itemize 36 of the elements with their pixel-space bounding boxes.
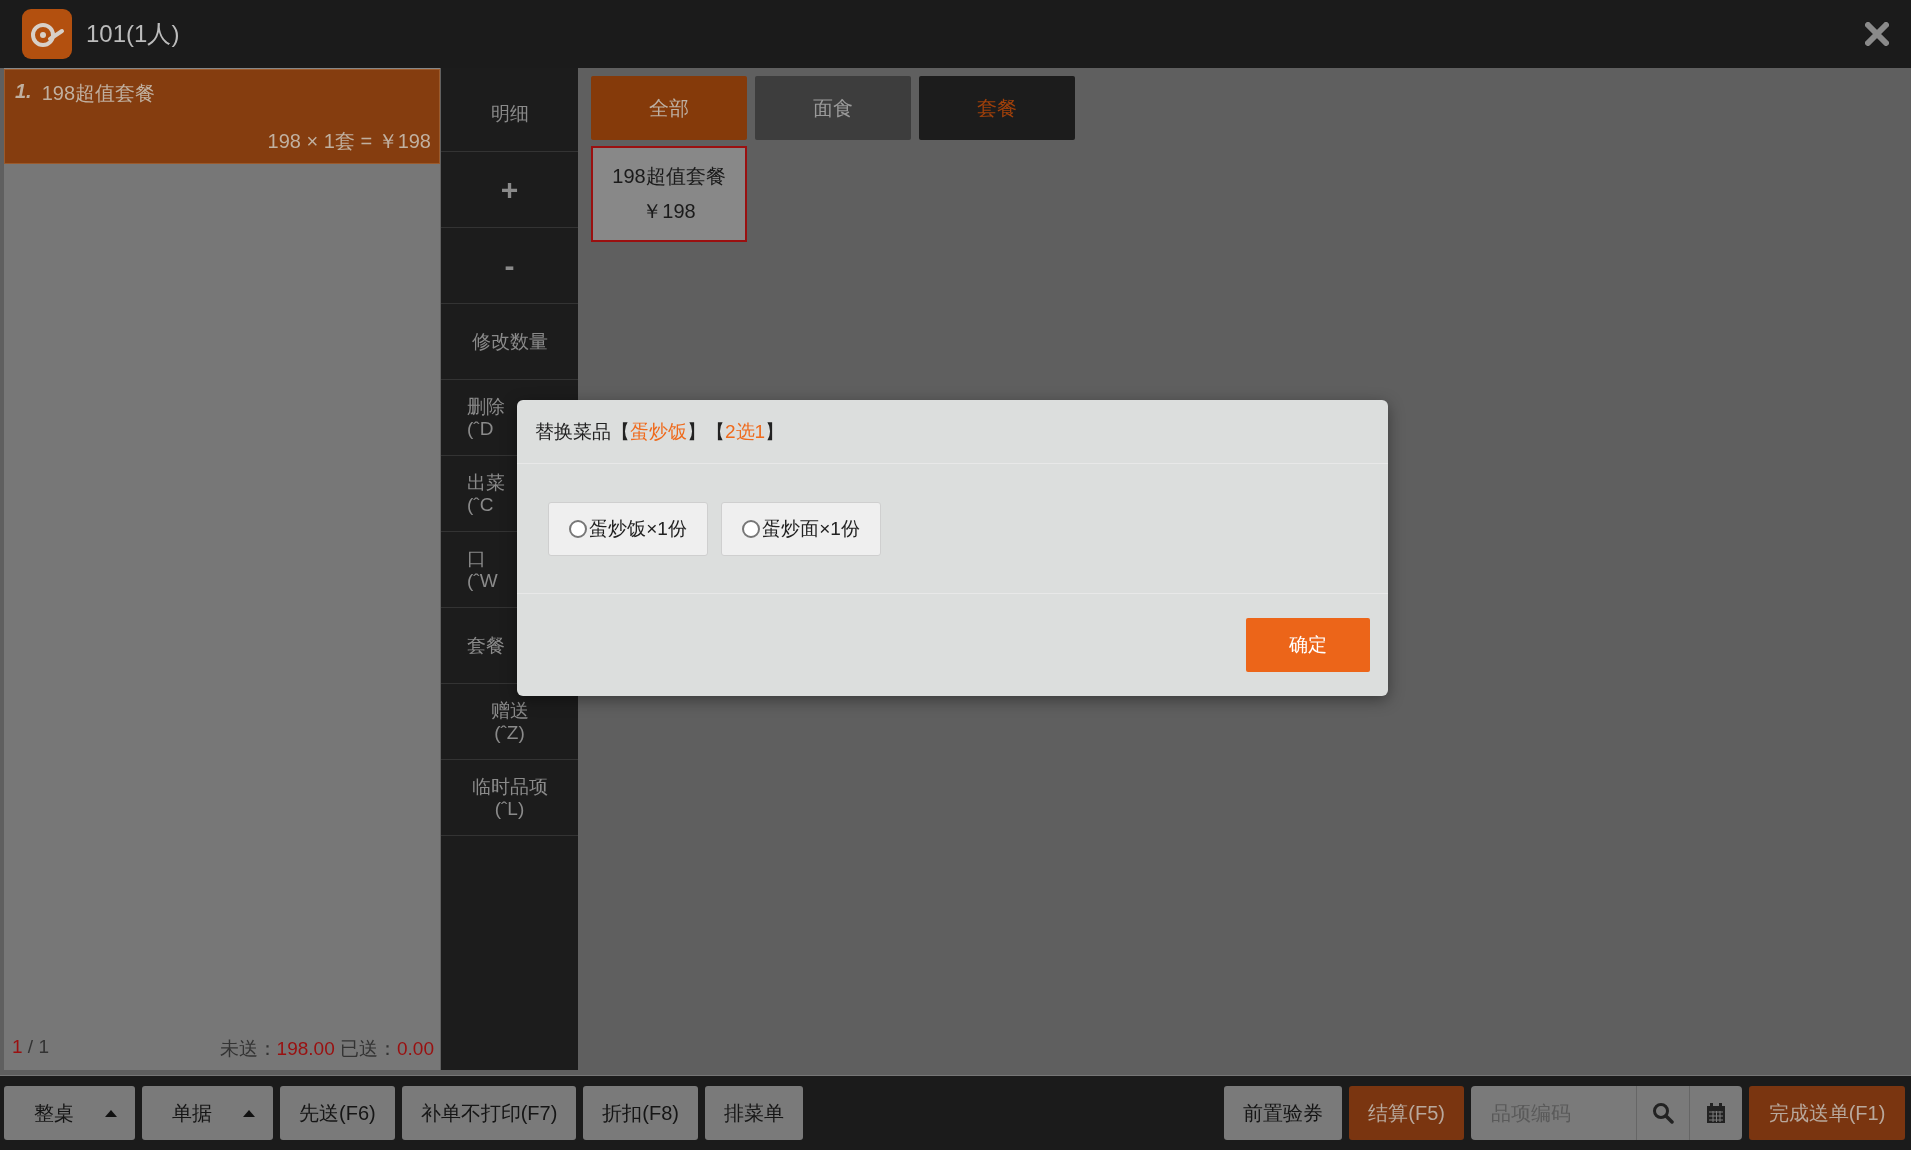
toolbar-button[interactable]: 先送(F6) xyxy=(280,1086,395,1140)
toolbar-button[interactable]: 单据 xyxy=(142,1086,273,1140)
item-name: 198超值套餐 xyxy=(41,81,156,106)
voucher-button[interactable]: 前置验券 xyxy=(1224,1086,1343,1140)
item-price-detail: 198 × 1套 = ￥198 xyxy=(267,129,431,154)
item-number: 1. xyxy=(15,80,32,104)
category-tab[interactable]: 全部 xyxy=(591,76,747,140)
product-price: ￥198 xyxy=(642,199,696,224)
product-card[interactable]: 198超值套餐 ￥198 xyxy=(591,146,747,242)
toolbar-button[interactable]: 整桌 xyxy=(4,1086,135,1140)
option-radio[interactable]: 蛋炒面×1份 xyxy=(721,501,881,556)
action-button[interactable]: 临时品项 (ˆL) xyxy=(441,760,578,836)
action-button[interactable]: 修改数量 xyxy=(441,304,578,380)
finish-button[interactable]: 完成送单(F1) xyxy=(1749,1086,1905,1140)
radio-circle[interactable] xyxy=(569,519,588,538)
search-icon xyxy=(1652,1102,1674,1124)
order-item[interactable]: 1. 198超值套餐 198 × 1套 = ￥198 xyxy=(4,69,440,164)
confirm-button[interactable]: 确定 xyxy=(1246,618,1370,672)
settle-button[interactable]: 结算(F5) xyxy=(1349,1086,1464,1140)
toolbar-button[interactable]: 补单不打印(F7) xyxy=(401,1086,577,1140)
action-button[interactable]: 明细 xyxy=(441,76,578,152)
category-tab[interactable]: 套餐 xyxy=(919,76,1075,140)
send-totals: 未送：198.00 已送：0.00 xyxy=(219,1037,434,1061)
toolbar-button[interactable]: 折扣(F8) xyxy=(583,1086,698,1140)
close-icon[interactable] xyxy=(1865,22,1889,46)
page-indicator: 1 / 1 xyxy=(12,1036,49,1059)
app-logo xyxy=(22,9,72,59)
toolbar-button[interactable]: 排菜单 xyxy=(705,1086,803,1140)
action-button[interactable]: - xyxy=(441,228,578,304)
category-tab[interactable]: 面食 xyxy=(755,76,911,140)
radio-circle[interactable] xyxy=(742,519,761,538)
calendar-icon xyxy=(1706,1102,1726,1124)
product-name: 198超值套餐 xyxy=(612,164,726,189)
option-radio[interactable]: 蛋炒饭×1份 xyxy=(548,501,708,556)
action-button[interactable]: + xyxy=(441,152,578,228)
window-title: 101(1人) xyxy=(86,19,181,49)
